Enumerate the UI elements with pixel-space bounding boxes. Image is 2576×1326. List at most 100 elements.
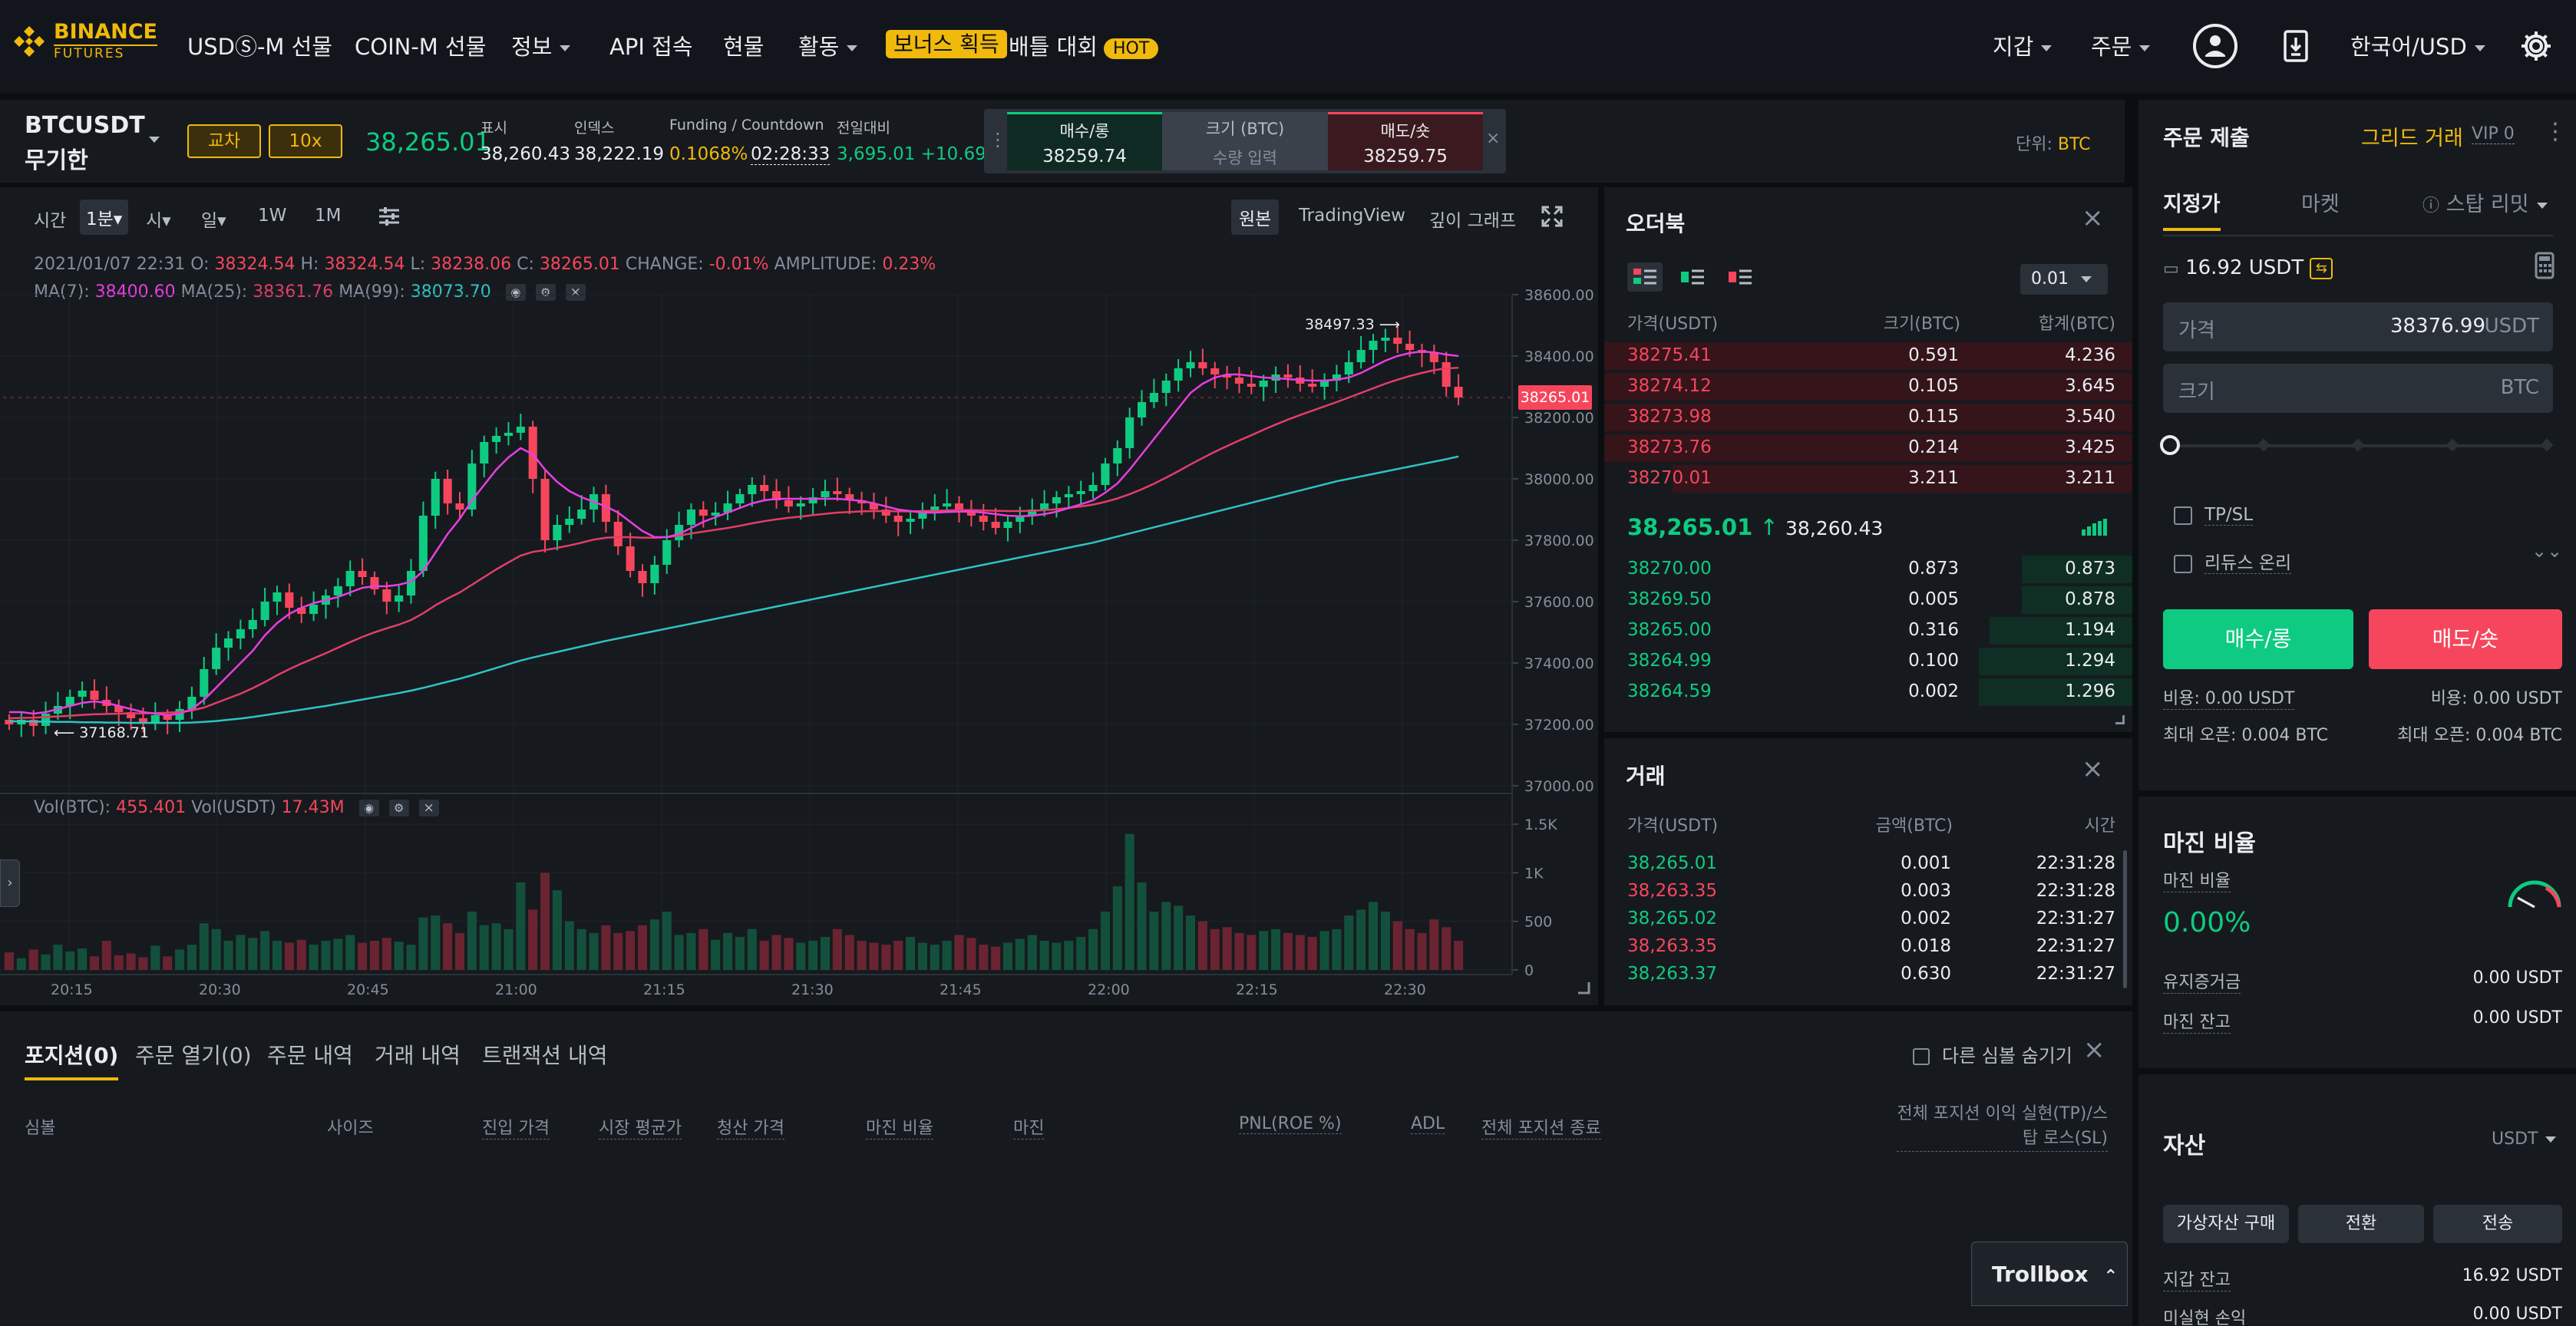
signal-bars-icon[interactable] xyxy=(2082,519,2108,540)
precision-select[interactable]: 0.01 xyxy=(2020,264,2108,295)
price-input-unit: USDT xyxy=(2484,315,2539,338)
volume-bar xyxy=(637,925,648,970)
nav-coinm-futures[interactable]: COIN-M 선물 xyxy=(355,29,486,61)
nav-info-label: 정보 xyxy=(511,34,553,60)
resize-handle-icon[interactable] xyxy=(2115,715,2125,724)
ask-row[interactable]: 38273.98 0.115 3.540 xyxy=(1604,402,2132,433)
sell-cost: 비용: 0.00 USDT xyxy=(2430,689,2562,708)
quick-buy-button[interactable]: 매수/롱 38259.74 xyxy=(1007,112,1162,170)
nav-api[interactable]: API 접속 xyxy=(609,29,692,61)
volume-bar xyxy=(1454,941,1464,970)
user-avatar[interactable] xyxy=(2192,23,2238,74)
margin-mode-button[interactable]: 교차 xyxy=(187,124,261,158)
tab-transaction-history[interactable]: 트랜잭션 내역 xyxy=(482,1039,607,1070)
view-asks-icon[interactable] xyxy=(1722,262,1758,292)
tab-positions[interactable]: 포지션(0) xyxy=(25,1039,119,1080)
expand-chevron-down-icon[interactable]: ⌄⌄ xyxy=(2531,540,2562,562)
transfer-icon[interactable]: ⇆ xyxy=(2310,257,2333,279)
tab-market[interactable]: 마켓 xyxy=(2301,187,2340,217)
battle-link[interactable]: 배틀 대회 HOT xyxy=(1009,29,1159,61)
view-both-icon[interactable] xyxy=(1627,262,1663,292)
more-options-icon[interactable]: ⋮ xyxy=(2544,118,2567,145)
binance-logo[interactable]: BINANCE FUTURES xyxy=(11,21,157,61)
reduce-only-checkbox[interactable]: 리듀스 온리 xyxy=(2174,548,2292,574)
trades-close-icon[interactable]: × xyxy=(2082,754,2104,784)
mid-price-row: 38,265.01 ↑ 38,260.43 xyxy=(1627,514,1883,540)
trade-time: 22:31:27 xyxy=(2036,936,2115,956)
index-price-label: 인덱스 xyxy=(574,120,615,137)
quick-sell-button[interactable]: 매도/숏 38259.75 xyxy=(1328,112,1483,170)
bid-row[interactable]: 38264.99 0.100 1.294 xyxy=(1604,646,2132,677)
orderbook-col-total: 합계(BTC) xyxy=(2038,315,2115,334)
volume-bar xyxy=(723,932,733,970)
nav-activity[interactable]: 활동 xyxy=(798,29,858,61)
unit-value[interactable]: BTC xyxy=(2058,135,2091,154)
language-currency-select[interactable]: 한국어/USD xyxy=(2350,29,2485,61)
slider-tick-25[interactable] xyxy=(2257,438,2271,452)
nav-info[interactable]: 정보 xyxy=(511,29,571,61)
ask-row[interactable]: 38274.12 0.105 3.645 xyxy=(1604,371,2132,402)
size-slider-handle[interactable] xyxy=(2160,435,2180,455)
volume-bar xyxy=(345,935,355,970)
candle-body xyxy=(1429,353,1438,362)
trollbox-button[interactable]: Trollbox ⌃ xyxy=(1971,1242,2128,1306)
bid-row[interactable]: 38265.00 0.316 1.194 xyxy=(1604,615,2132,646)
calculator-icon[interactable] xyxy=(2535,252,2555,284)
bid-row[interactable]: 38270.00 0.873 0.873 xyxy=(1604,554,2132,585)
vip-level[interactable]: VIP 0 xyxy=(2472,124,2515,144)
grid-trading-link[interactable]: 그리드 거래 xyxy=(2361,121,2463,151)
candle-body xyxy=(553,525,562,540)
tab-open-orders[interactable]: 주문 열기(0) xyxy=(135,1039,252,1070)
tab-trade-history[interactable]: 거래 내역 xyxy=(375,1039,461,1070)
candlestick-chart[interactable]: 38600.00 38400.00 38200.00 38000.00 37800.00… xyxy=(0,187,1598,1005)
leverage-button[interactable]: 10x xyxy=(269,124,342,158)
ask-row[interactable]: 38273.76 0.214 3.425 xyxy=(1604,433,2132,463)
volume-bar xyxy=(443,923,453,970)
symbol-name[interactable]: BTCUSDT xyxy=(25,112,145,139)
slider-tick-100[interactable] xyxy=(2540,438,2554,452)
ask-depth-bar xyxy=(1673,465,2132,493)
volume-bar xyxy=(698,929,708,970)
view-bids-icon[interactable] xyxy=(1675,262,1710,292)
transfer-button[interactable]: 전송 xyxy=(2433,1205,2562,1243)
buy-crypto-button[interactable]: 가상자산 구매 xyxy=(2163,1205,2289,1243)
slider-tick-75[interactable] xyxy=(2446,438,2459,452)
tab-limit[interactable]: 지정가 xyxy=(2163,187,2221,231)
size-input[interactable]: 크기 BTC xyxy=(2163,364,2553,413)
order-menu[interactable]: 주문 xyxy=(2091,29,2151,61)
assets-unit-select[interactable]: USDT xyxy=(2492,1130,2557,1149)
ask-row[interactable]: 38270.01 3.211 3.211 xyxy=(1604,463,2132,494)
download-app[interactable] xyxy=(2283,29,2309,68)
resize-handle-icon xyxy=(1578,982,1590,995)
convert-button[interactable]: 전환 xyxy=(2298,1205,2424,1243)
nav-spot[interactable]: 현물 xyxy=(723,29,764,61)
tpsl-checkbox[interactable]: TP/SL xyxy=(2174,505,2254,526)
quick-size-input[interactable]: 크기 (BTC) 수량 입력 xyxy=(1162,112,1328,170)
bonus-button[interactable]: 보너스 획득 xyxy=(886,28,1007,58)
buy-long-button[interactable]: 매수/롱 xyxy=(2163,609,2353,669)
volume-bar xyxy=(601,925,611,970)
hide-other-symbols-checkbox[interactable]: 다른 심볼 숨기기 xyxy=(1913,1041,2072,1067)
sell-short-button[interactable]: 매도/숏 xyxy=(2369,609,2562,669)
close-icon[interactable]: × xyxy=(1486,129,1500,148)
size-input-label: 크기 xyxy=(2178,381,2215,404)
tab-order-history[interactable]: 주문 내역 xyxy=(267,1039,353,1070)
trades-scrollbar[interactable] xyxy=(2123,850,2127,988)
orderbook-close-icon[interactable]: × xyxy=(2082,203,2104,233)
price-input[interactable]: 가격 38376.99 USDT xyxy=(2163,302,2553,351)
volume-bar xyxy=(808,941,818,970)
vol-tick-label: 1K xyxy=(1524,865,1544,882)
symbol-chevron-down-icon[interactable] xyxy=(149,137,160,143)
bid-row[interactable]: 38269.50 0.005 0.878 xyxy=(1604,585,2132,615)
tab-stop-limit[interactable]: ⓘ 스탑 리밋 xyxy=(2422,187,2548,217)
nav-usdm-futures[interactable]: USDⓈ-M 선물 xyxy=(187,29,332,61)
expand-panel-chevron-icon[interactable]: › xyxy=(0,859,20,907)
wallet-menu[interactable]: 지갑 xyxy=(1993,29,2053,61)
ask-row[interactable]: 38275.41 0.591 4.236 xyxy=(1604,341,2132,371)
volume-bar xyxy=(479,925,489,970)
bid-row[interactable]: 38264.59 0.002 1.296 xyxy=(1604,677,2132,708)
positions-close-icon[interactable]: × xyxy=(2083,1034,2105,1065)
settings-button[interactable] xyxy=(2519,29,2553,68)
volume-bar xyxy=(906,936,916,970)
slider-tick-50[interactable] xyxy=(2351,438,2365,452)
